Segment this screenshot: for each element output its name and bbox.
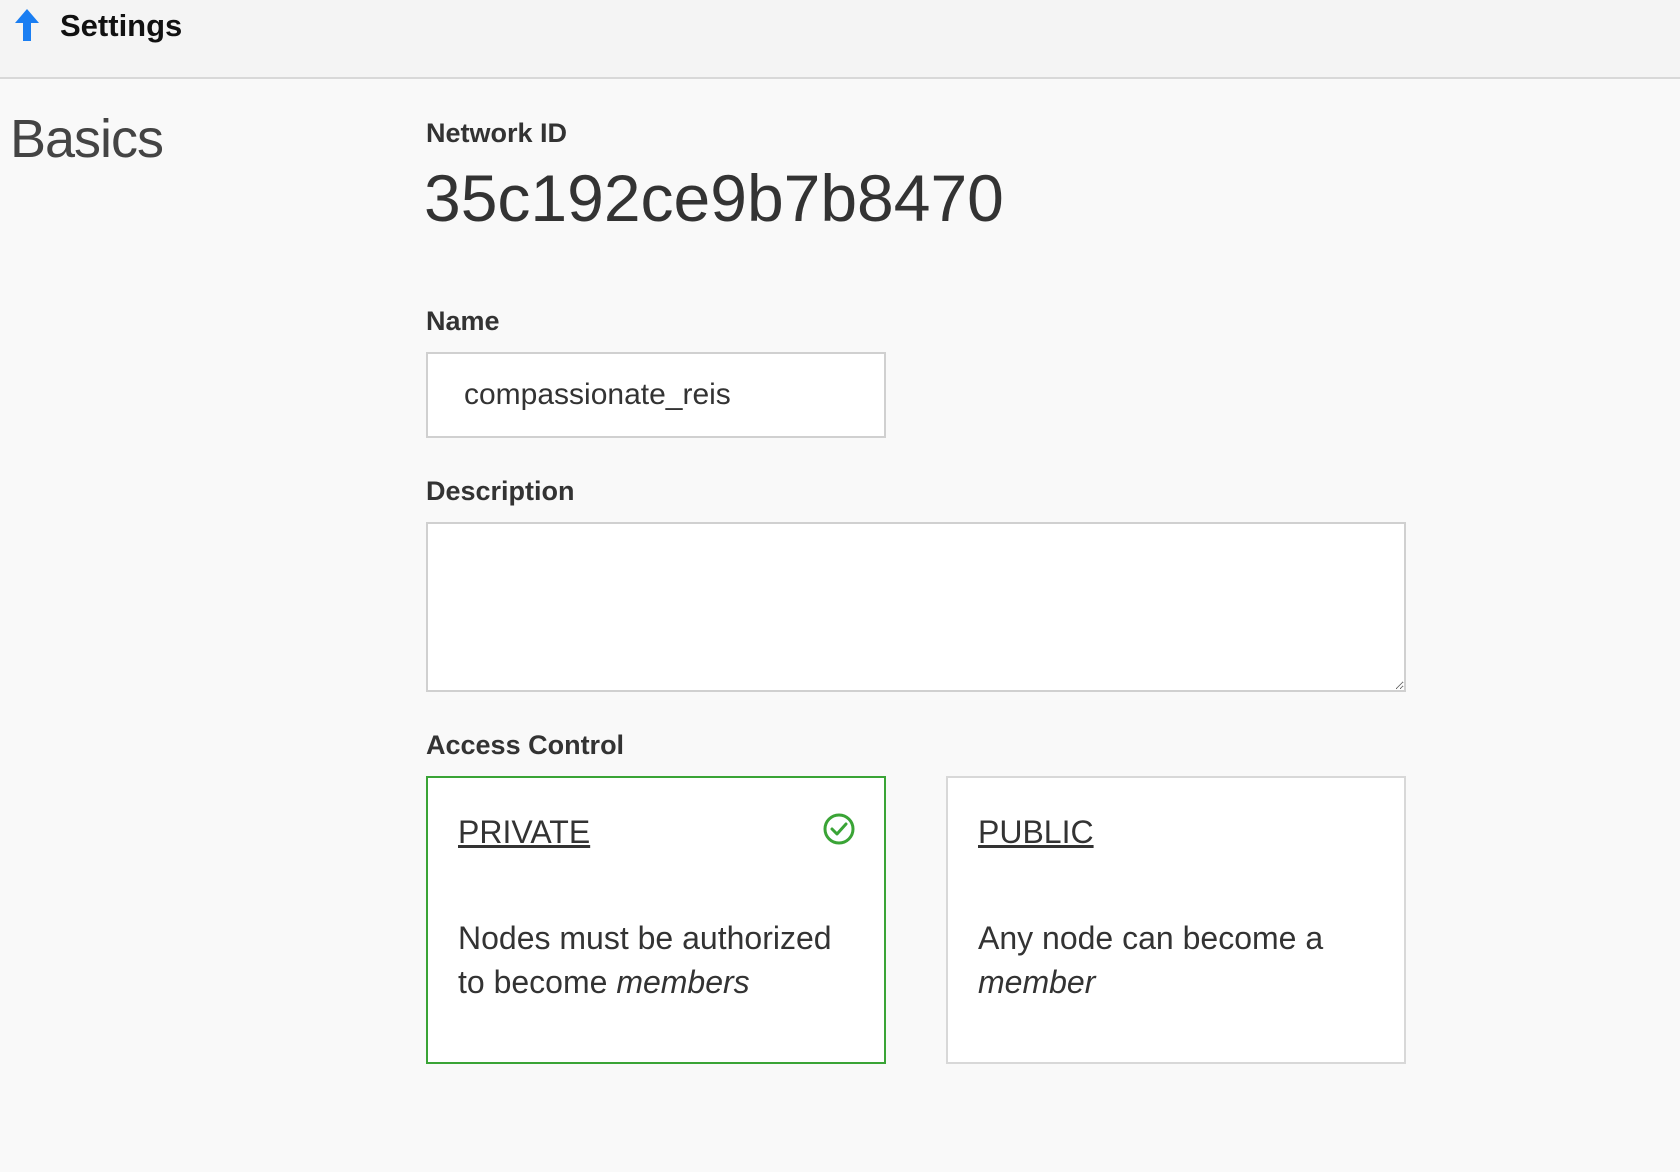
access-option-public-title: PUBLIC [978, 814, 1094, 850]
access-option-public-emphasis: member [978, 964, 1096, 1000]
access-option-private[interactable]: PRIVATE Nodes must be authorized to beco… [426, 776, 886, 1064]
header-bar: Settings [0, 0, 1680, 79]
network-id-value: 35c192ce9b7b8470 [424, 161, 1004, 235]
network-id-label: Network ID [426, 118, 568, 148]
check-circle-icon [822, 812, 856, 846]
access-option-private-emphasis: members [616, 964, 750, 1000]
description-label: Description [426, 476, 575, 506]
access-option-public[interactable]: PUBLIC Any node can become a member [946, 776, 1406, 1064]
name-label: Name [426, 306, 500, 336]
access-control-label: Access Control [426, 730, 625, 760]
access-option-private-description: Nodes must be authorized to become membe… [458, 920, 832, 1000]
access-option-public-description: Any node can become a member [978, 920, 1324, 1000]
page-title: Settings [60, 8, 183, 43]
arrow-up-icon[interactable] [13, 8, 41, 42]
name-input[interactable] [426, 352, 886, 438]
access-option-private-title: PRIVATE [458, 814, 591, 850]
description-textarea[interactable] [426, 522, 1406, 692]
section-title-basics: Basics [10, 109, 164, 169]
